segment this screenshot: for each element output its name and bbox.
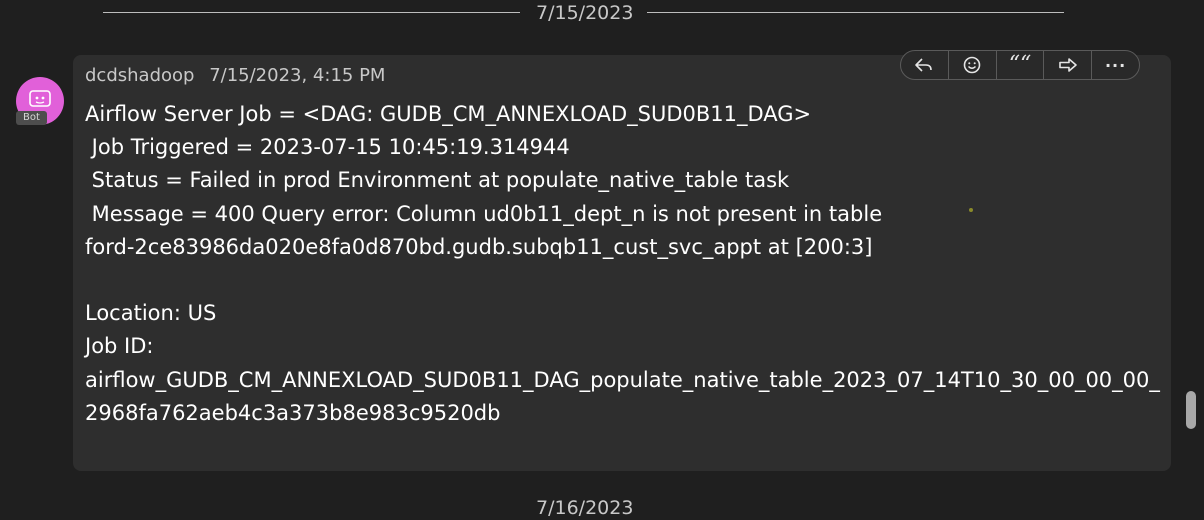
cursor-dot [969, 208, 973, 212]
date-divider-top: 7/15/2023 [0, 0, 1204, 28]
message-line: 2968fa762aeb4c3a373b8e983c9520db [85, 400, 501, 425]
bot-badge: Bot [16, 111, 47, 125]
emoji-icon [963, 56, 981, 74]
message-header: dcdshadoop 7/15/2023, 4:15 PM [85, 65, 385, 86]
divider-line-right [647, 12, 1064, 13]
message-line: Job Triggered = 2023-07-15 10:45:19.3149… [85, 135, 570, 160]
react-button[interactable] [949, 51, 997, 79]
message-actions-toolbar: ““ ··· [900, 50, 1140, 80]
reply-button[interactable] [901, 51, 949, 79]
message-line: Job ID: [85, 334, 154, 359]
message-line: ford-2ce83986da020e8fa0d870bd.gudb.subqb… [85, 234, 873, 259]
divider-date: 7/15/2023 [536, 2, 634, 24]
bot-icon [29, 90, 51, 107]
forward-icon [1058, 58, 1077, 72]
message-line: Airflow Server Job = <DAG: GUDB_CM_ANNEX… [85, 102, 812, 126]
forward-button[interactable] [1044, 51, 1093, 79]
message-line: Status = Failed in prod Environment at p… [85, 168, 790, 193]
message-line: Message = 400 Query error: Column ud0b11… [85, 201, 883, 226]
message-body: Airflow Server Job = <DAG: GUDB_CM_ANNEX… [85, 98, 1170, 430]
sender-name[interactable]: dcdshadoop [85, 65, 194, 86]
divider-line-left [103, 12, 520, 13]
date-divider-bottom: 7/16/2023 [0, 492, 1204, 520]
message-timestamp: 7/15/2023, 4:15 PM [209, 65, 386, 86]
scrollbar-thumb[interactable] [1186, 391, 1196, 429]
quote-icon: ““ [1008, 52, 1032, 77]
quote-button[interactable]: ““ [997, 51, 1045, 79]
message-line: Location: US [85, 301, 217, 326]
more-icon: ··· [1104, 55, 1127, 75]
divider-date: 7/16/2023 [536, 497, 634, 519]
message-line: airflow_GUDB_CM_ANNEXLOAD_SUD0B11_DAG_po… [85, 367, 1160, 392]
reply-icon [915, 58, 933, 72]
message-line [85, 264, 1170, 297]
more-options-button[interactable]: ··· [1092, 51, 1139, 79]
